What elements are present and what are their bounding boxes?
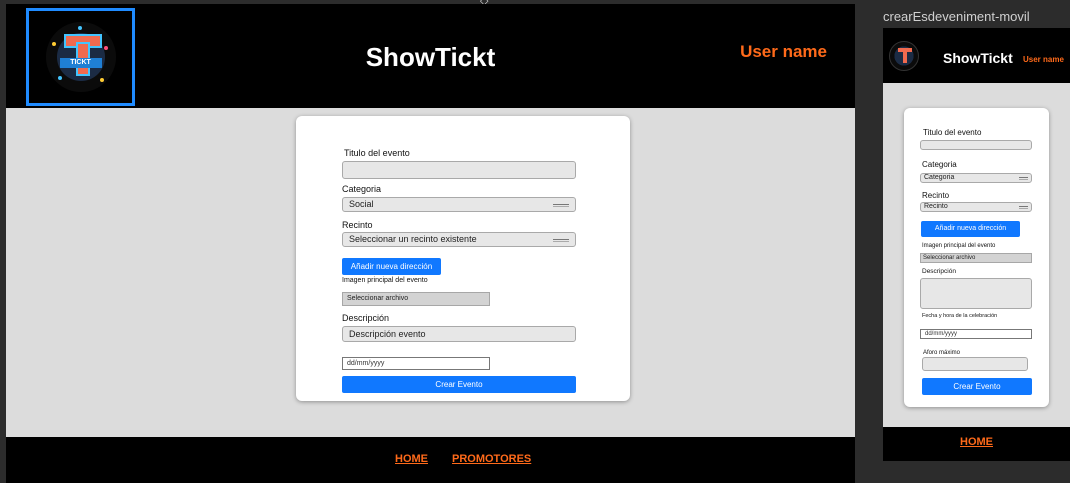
- titulo-input[interactable]: [342, 161, 576, 179]
- descripcion-input[interactable]: Descripción evento: [342, 326, 576, 342]
- aforo-input[interactable]: [922, 357, 1028, 371]
- desktop-frame: TICKT ShowTickt User name Titulo del eve…: [6, 4, 855, 483]
- page-title: ShowTickt: [365, 42, 496, 72]
- categoria-label: Categoria: [922, 160, 957, 169]
- categoria-select[interactable]: Social: [342, 197, 576, 212]
- recinto-select-value: Recinto: [924, 203, 948, 210]
- mobile-user-name-link[interactable]: User name: [1023, 55, 1064, 64]
- add-direccion-button[interactable]: Añadir nueva dirección: [342, 258, 441, 275]
- recinto-select-value: Seleccionar un recinto existente: [349, 234, 477, 244]
- descripcion-textarea[interactable]: [920, 278, 1032, 309]
- header: TICKT ShowTickt User name: [6, 4, 855, 108]
- promotores-link[interactable]: PROMOTORES: [452, 453, 531, 465]
- showtickt-logo[interactable]: [889, 41, 919, 71]
- descripcion-label: Descripción: [922, 268, 956, 275]
- titulo-label: Titulo del evento: [344, 148, 410, 158]
- titulo-label: Titulo del evento: [923, 128, 982, 137]
- mobile-frame-name[interactable]: crearEsdeveniment-movil: [883, 9, 1030, 24]
- crear-evento-button[interactable]: Crear Evento: [342, 376, 576, 393]
- crear-evento-button[interactable]: Crear Evento: [922, 378, 1032, 395]
- recinto-label: Recinto: [342, 220, 373, 230]
- recinto-label: Recinto: [922, 191, 950, 200]
- chevron-down-icon: [553, 204, 569, 207]
- imagen-label: Imagen principal del evento: [342, 277, 428, 284]
- chevron-down-icon: [1019, 206, 1028, 209]
- mobile-frame: ShowTickt User name Titulo del evento Ca…: [883, 28, 1070, 461]
- fecha-label: Fecha y hora de la celebración: [922, 313, 998, 319]
- home-link[interactable]: HOME: [395, 453, 428, 465]
- descripcion-label: Descripción: [342, 313, 390, 323]
- fecha-input[interactable]: dd/mm/yyyy: [920, 329, 1032, 339]
- fecha-input[interactable]: dd/mm/yyyy: [342, 357, 490, 370]
- mobile-footer: HOME: [883, 427, 1070, 461]
- user-name-link[interactable]: User name: [740, 42, 827, 62]
- imagen-file-input[interactable]: Seleccionar archivo: [920, 253, 1032, 263]
- aforo-label: Aforo máximo: [923, 350, 961, 356]
- add-direccion-button[interactable]: Añadir nueva dirección: [921, 221, 1020, 237]
- mobile-page-title: ShowTickt: [943, 50, 1013, 66]
- mobile-header: ShowTickt User name: [883, 28, 1070, 83]
- chevron-down-icon: [553, 239, 569, 242]
- categoria-select-value: Categoria: [924, 174, 955, 181]
- footer: HOME PROMOTORES: [6, 437, 855, 483]
- categoria-label: Categoria: [342, 184, 382, 194]
- recinto-select[interactable]: Recinto: [920, 202, 1032, 212]
- imagen-file-input[interactable]: Seleccionar archivo: [342, 292, 490, 306]
- categoria-select-value: Social: [349, 199, 374, 209]
- titulo-input[interactable]: [920, 140, 1032, 150]
- home-link[interactable]: HOME: [960, 436, 993, 448]
- mobile-create-event-form: Titulo del evento Categoria Categoria Re…: [904, 108, 1049, 407]
- imagen-label: Imagen principal del evento: [922, 243, 996, 249]
- recinto-select[interactable]: Seleccionar un recinto existente: [342, 232, 576, 247]
- chevron-down-icon: [1019, 177, 1028, 180]
- create-event-form: Titulo del evento Categoria Social Recin…: [296, 116, 630, 401]
- categoria-select[interactable]: Categoria: [920, 173, 1032, 183]
